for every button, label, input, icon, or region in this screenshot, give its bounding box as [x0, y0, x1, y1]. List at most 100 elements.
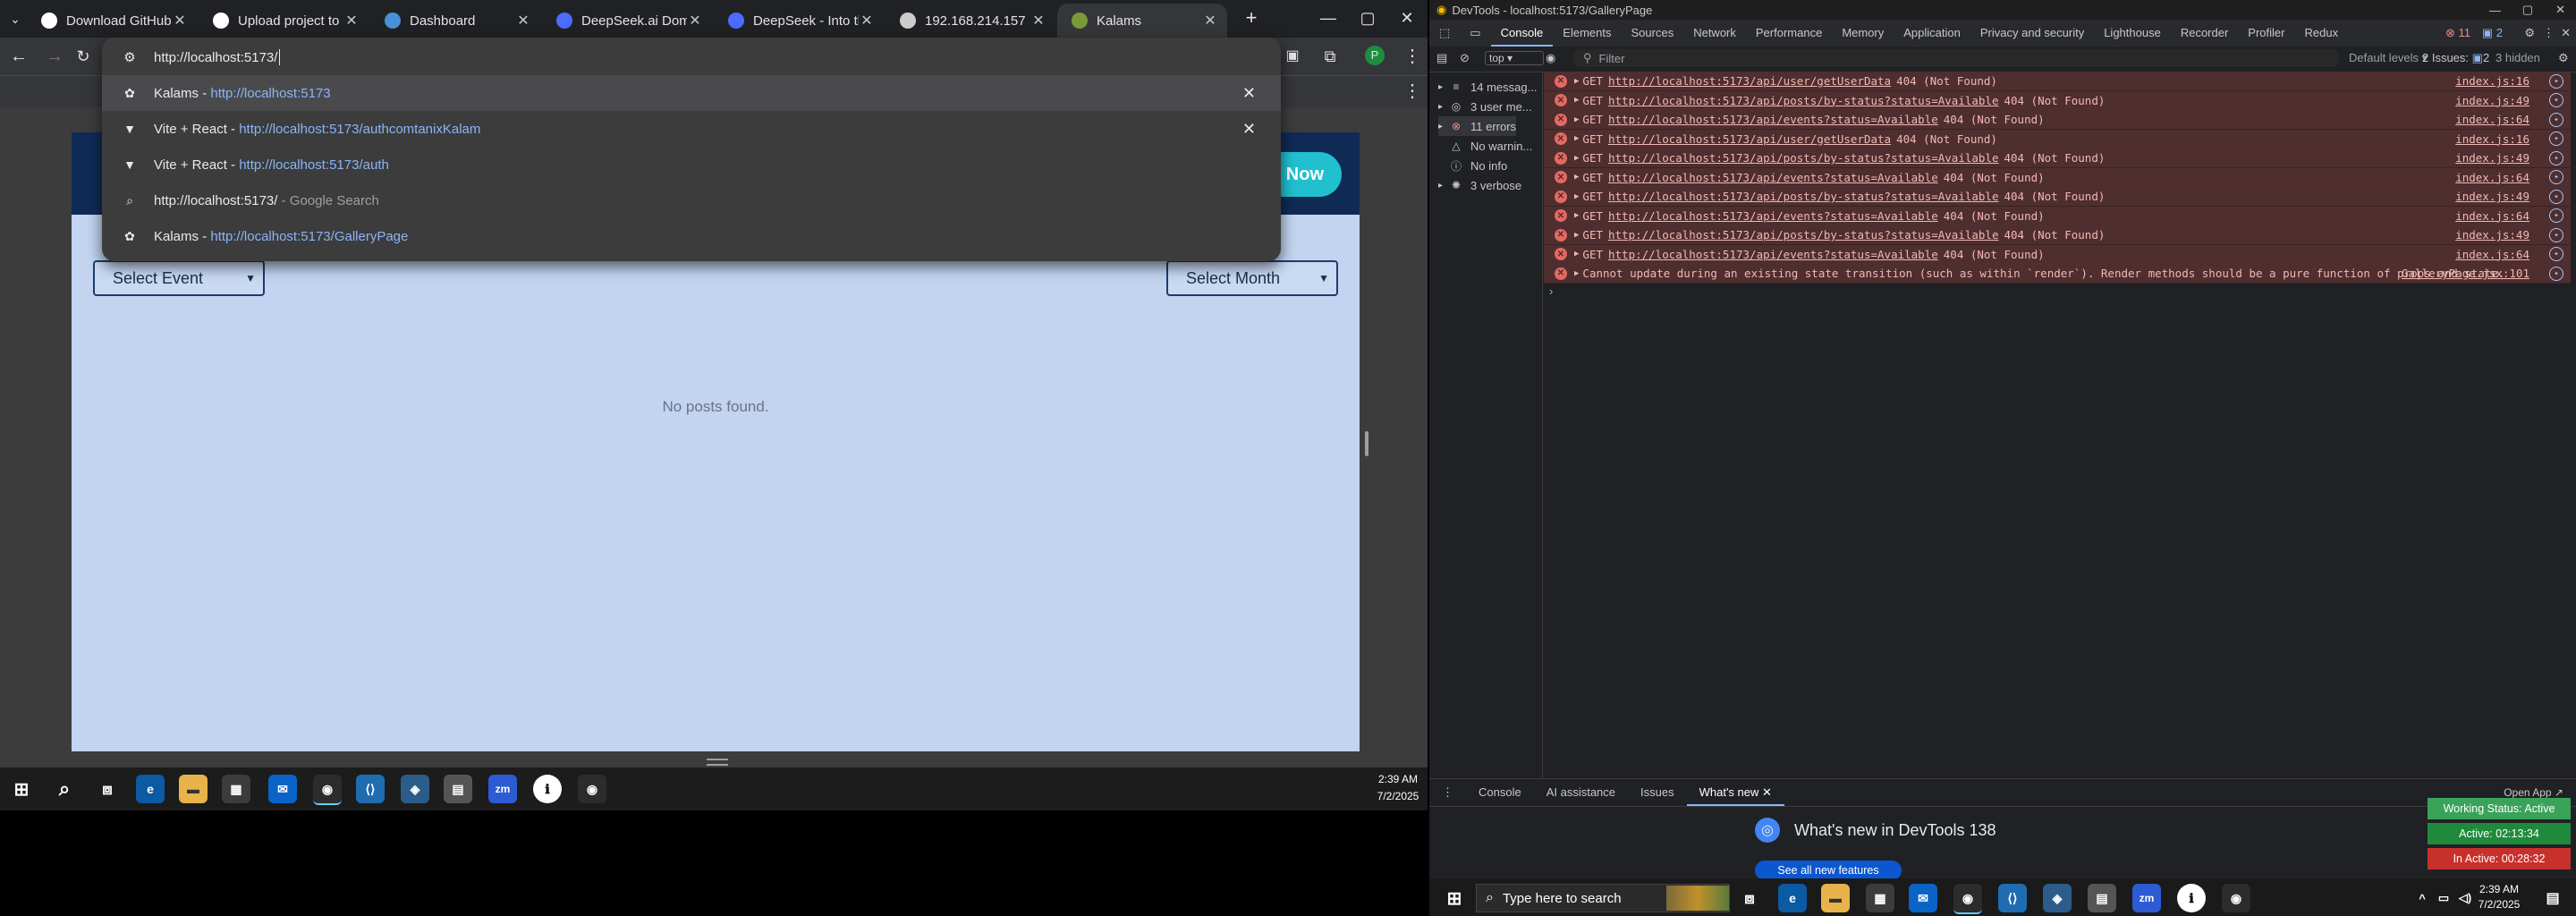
remove-suggestion-icon[interactable]: ✕: [1242, 120, 1256, 139]
settings-icon[interactable]: ⚙: [2524, 26, 2535, 40]
close-tab-icon[interactable]: ✕: [343, 12, 360, 30]
drawer-tab-what-s-new[interactable]: What's new ✕: [1686, 779, 1785, 806]
request-url[interactable]: http://localhost:5173/api/events?status=…: [1608, 113, 1938, 126]
see-all-features-button[interactable]: See all new features: [1755, 861, 1902, 880]
windows-start-icon[interactable]: ⊞: [1440, 884, 1469, 912]
console-error-row[interactable]: ✕ ▶ GET http://localhost:5173/api/posts/by-…: [1544, 148, 2571, 168]
omnibox-suggestion[interactable]: ⌕ http://localhost:5173/ - Google Search: [102, 182, 1281, 218]
app-icon[interactable]: ▤: [444, 775, 472, 803]
expand-caret-icon[interactable]: ▶: [1574, 173, 1579, 182]
log-levels-dropdown[interactable]: Default levels ▾: [2349, 51, 2428, 65]
console-error-row[interactable]: ✕ ▶ GET http://localhost:5173/api/events?st…: [1544, 244, 2571, 265]
request-url[interactable]: http://localhost:5173/api/user/getUserDa…: [1608, 132, 1891, 146]
select-event-dropdown[interactable]: Select Event ▼: [93, 260, 265, 296]
close-tab-icon[interactable]: ✕: [172, 12, 188, 30]
expand-caret-icon[interactable]: ▶: [1574, 192, 1579, 201]
source-link[interactable]: index.js:64: [2455, 209, 2529, 223]
app-icon[interactable]: ◈: [2043, 884, 2072, 912]
source-link[interactable]: index.js:49: [2455, 228, 2529, 242]
close-icon[interactable]: ✕: [2561, 26, 2571, 40]
expand-caret-icon[interactable]: ▸: [1438, 82, 1449, 92]
request-url[interactable]: http://localhost:5173/api/user/getUserDa…: [1608, 74, 1891, 88]
source-link[interactable]: index.js:16: [2455, 74, 2529, 88]
reload-icon[interactable]: ↻: [72, 45, 95, 68]
expand-caret-icon[interactable]: ▶: [1574, 154, 1579, 163]
issue-badge[interactable]: ▣ 2: [2482, 26, 2503, 40]
chrome-icon[interactable]: ◉: [313, 775, 342, 805]
devtools-tab-recorder[interactable]: Recorder: [2171, 20, 2238, 47]
remove-suggestion-icon[interactable]: ✕: [1242, 84, 1256, 103]
close-icon[interactable]: ✕: [1762, 785, 1772, 799]
source-link[interactable]: index.js:16: [2455, 132, 2529, 146]
ai-explain-icon[interactable]: ✦: [2549, 150, 2563, 165]
maximize-icon[interactable]: ▢: [1352, 5, 1383, 30]
console-error-row[interactable]: ✕ ▶ GET http://localhost:5173/api/events?st…: [1544, 206, 2571, 226]
search-icon[interactable]: ⌕: [50, 775, 79, 803]
devtools-tab-lighthouse[interactable]: Lighthouse: [2094, 20, 2171, 47]
request-url[interactable]: http://localhost:5173/api/events?status=…: [1608, 209, 1938, 223]
sidebar-item-error[interactable]: ▸ ⊗ 11 errors: [1438, 116, 1517, 136]
omnibox-suggestion[interactable]: ▼ Vite + React - http://localhost:5173/au…: [102, 147, 1281, 182]
ai-explain-icon[interactable]: ✦: [2549, 112, 2563, 127]
app-icon[interactable]: ◈: [401, 775, 429, 803]
clear-console-icon[interactable]: ⊘: [1460, 51, 1470, 65]
bookmarks-menu-icon[interactable]: ⋮: [1401, 80, 1424, 103]
expand-caret-icon[interactable]: [1438, 161, 1449, 171]
close-tab-icon[interactable]: ✕: [1030, 12, 1046, 30]
source-link[interactable]: GalleryPage.jsx:101: [2402, 267, 2529, 280]
maximize-icon[interactable]: ▢: [2522, 3, 2533, 17]
request-url[interactable]: http://localhost:5173/api/posts/by-statu…: [1608, 151, 1999, 165]
sidebar-item-info[interactable]: ⓘ No info: [1438, 156, 1507, 175]
omnibox-suggestion[interactable]: ▼ Vite + React - http://localhost:5173/au…: [102, 111, 1281, 147]
console-error-row[interactable]: ✕ ▶ GET http://localhost:5173/api/events?st…: [1544, 167, 2571, 188]
devtools-tab-sources[interactable]: Sources: [1622, 20, 1684, 47]
tab-deepseek-into-the-u[interactable]: DeepSeek - Into the U✕: [714, 4, 884, 38]
devtools-tab-memory[interactable]: Memory: [1832, 20, 1894, 47]
tab-kalams[interactable]: Kalams ✕: [1057, 4, 1227, 38]
app-icon[interactable]: ℹ: [2177, 884, 2206, 912]
ai-explain-icon[interactable]: ✦: [2549, 227, 2563, 242]
devtools-tab-console[interactable]: Console: [1490, 20, 1554, 47]
console-settings-icon[interactable]: ⚙: [2558, 51, 2569, 65]
console-error-row[interactable]: ✕ ▶ Cannot update during an existing state…: [1544, 264, 2571, 284]
devtools-tab-network[interactable]: Network: [1683, 20, 1746, 47]
tab-search-icon[interactable]: ⌄: [4, 7, 27, 30]
tab-download-github-des[interactable]: Download GitHub Des✕: [27, 4, 197, 38]
drawer-tab-ai-assistance[interactable]: AI assistance: [1534, 779, 1628, 806]
devtools-tab-elements[interactable]: Elements: [1553, 20, 1621, 47]
ai-explain-icon[interactable]: ✦: [2549, 93, 2563, 107]
context-selector[interactable]: top ▾: [1485, 51, 1544, 65]
source-link[interactable]: index.js:49: [2455, 190, 2529, 203]
edge-icon[interactable]: e: [136, 775, 165, 803]
tab-deepseek-ai-domain-f[interactable]: DeepSeek.ai Domain F✕: [542, 4, 712, 38]
tab-upload-project-to-kala[interactable]: Upload project to kala✕: [199, 4, 369, 38]
address-input[interactable]: http://localhost:5173/: [154, 50, 277, 65]
console-error-row[interactable]: ✕ ▶ GET http://localhost:5173/api/user/getU…: [1544, 129, 2571, 149]
close-icon[interactable]: ✕: [2555, 3, 2565, 17]
site-info-icon[interactable]: ⚙: [120, 49, 140, 65]
store-icon[interactable]: ▦: [1866, 884, 1894, 912]
console-error-row[interactable]: ✕ ▶ GET http://localhost:5173/api/user/getU…: [1544, 72, 2571, 91]
drawer-tab-issues[interactable]: Issues: [1628, 779, 1687, 806]
chrome-icon[interactable]: ◉: [1953, 884, 1982, 914]
close-tab-icon[interactable]: ✕: [1202, 12, 1218, 30]
ai-explain-icon[interactable]: ✦: [2549, 208, 2563, 223]
extension-icon[interactable]: ▣: [1281, 45, 1304, 68]
app-icon[interactable]: ℹ: [533, 775, 562, 803]
request-url[interactable]: http://localhost:5173/api/posts/by-statu…: [1608, 190, 1999, 203]
request-url[interactable]: http://localhost:5173/api/events?status=…: [1608, 248, 1938, 261]
back-icon[interactable]: ←: [7, 45, 30, 68]
chrome-icon[interactable]: ◉: [2222, 884, 2250, 912]
close-tab-icon[interactable]: ✕: [687, 12, 703, 30]
ai-explain-icon[interactable]: ✦: [2549, 189, 2563, 204]
source-link[interactable]: index.js:49: [2455, 94, 2529, 107]
drawer-tab-console[interactable]: Console: [1466, 779, 1534, 806]
source-link[interactable]: index.js:64: [2455, 113, 2529, 126]
sidebar-item-warning[interactable]: △ No warnin...: [1438, 136, 1532, 156]
ai-explain-icon[interactable]: ✦: [2549, 131, 2563, 146]
console-error-row[interactable]: ✕ ▶ GET http://localhost:5173/api/events?st…: [1544, 110, 2571, 130]
mail-icon[interactable]: ✉: [268, 775, 297, 803]
console-error-row[interactable]: ✕ ▶ GET http://localhost:5173/api/posts/by-…: [1544, 90, 2571, 111]
close-tab-icon[interactable]: ✕: [515, 12, 531, 30]
expand-caret-icon[interactable]: ▶: [1574, 134, 1579, 143]
